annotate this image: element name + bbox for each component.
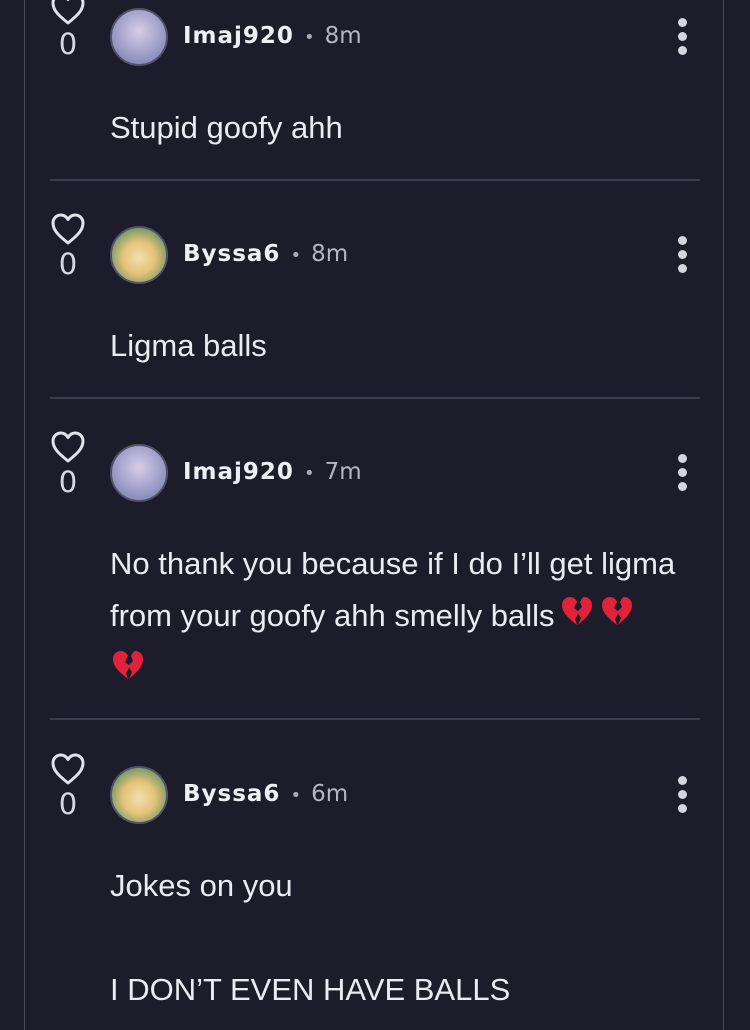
broken-heart-emoji bbox=[110, 646, 146, 698]
like-count: 0 bbox=[58, 247, 78, 281]
more-vertical-icon bbox=[677, 776, 687, 785]
more-options-button[interactable] bbox=[672, 776, 692, 816]
more-options-button[interactable] bbox=[672, 236, 692, 276]
comment-header: Imaj920 • 7m bbox=[183, 461, 362, 484]
like-count: 0 bbox=[58, 27, 78, 61]
heart-outline-icon bbox=[51, 753, 85, 785]
heart-outline-icon bbox=[51, 431, 85, 463]
more-vertical-icon bbox=[677, 236, 687, 245]
avatar[interactable] bbox=[110, 8, 168, 66]
comment-text-line: Jokes on you bbox=[110, 868, 293, 903]
comment-text-line bbox=[110, 644, 710, 698]
comment-text: Ligma balls bbox=[110, 328, 267, 363]
like-count: 0 bbox=[58, 465, 78, 499]
separator-dot: • bbox=[303, 463, 315, 484]
more-options-button[interactable] bbox=[672, 18, 692, 58]
username[interactable]: Byssa6 bbox=[183, 781, 280, 807]
timestamp: 6m bbox=[311, 781, 349, 807]
comment-header: Imaj920 • 8m bbox=[183, 25, 362, 48]
heart-outline-icon bbox=[51, 213, 85, 245]
heart-outline-icon bbox=[51, 0, 85, 25]
username[interactable]: Imaj920 bbox=[183, 459, 294, 485]
comment-text-line: I DON’T EVEN HAVE BALLS bbox=[110, 972, 511, 1007]
divider bbox=[50, 718, 700, 720]
more-vertical-icon bbox=[677, 454, 687, 463]
more-options-button[interactable] bbox=[672, 454, 692, 494]
username[interactable]: Byssa6 bbox=[183, 241, 280, 267]
like-count: 0 bbox=[58, 787, 78, 821]
broken-heart-emoji bbox=[559, 592, 595, 644]
avatar[interactable] bbox=[110, 766, 168, 824]
separator-dot: • bbox=[303, 27, 315, 48]
comment-header: Byssa6 • 8m bbox=[183, 243, 348, 266]
divider bbox=[50, 397, 700, 399]
timestamp: 8m bbox=[324, 23, 362, 49]
divider bbox=[50, 179, 700, 181]
comment-header: Byssa6 • 6m bbox=[183, 783, 348, 806]
separator-dot: • bbox=[290, 245, 302, 266]
avatar[interactable] bbox=[110, 444, 168, 502]
like-button[interactable]: 0 bbox=[48, 430, 88, 497]
like-button[interactable]: 0 bbox=[48, 0, 88, 59]
comment-text-line: No thank you because if I do I’ll get li… bbox=[110, 546, 676, 581]
username[interactable]: Imaj920 bbox=[183, 23, 294, 49]
like-button[interactable]: 0 bbox=[48, 752, 88, 819]
avatar[interactable] bbox=[110, 226, 168, 284]
like-button[interactable]: 0 bbox=[48, 212, 88, 279]
comment-text: Stupid goofy ahh bbox=[110, 110, 343, 145]
comment-text-line: from your goofy ahh smelly balls bbox=[110, 590, 710, 644]
timestamp: 7m bbox=[324, 459, 362, 485]
timestamp: 8m bbox=[311, 241, 349, 267]
comment-text: Jokes on you I DON’T EVEN HAVE BALLS bbox=[110, 860, 710, 1016]
more-vertical-icon bbox=[677, 18, 687, 27]
broken-heart-emoji bbox=[599, 592, 635, 644]
comment-text: No thank you because if I do I’ll get li… bbox=[110, 538, 710, 698]
separator-dot: • bbox=[290, 785, 302, 806]
